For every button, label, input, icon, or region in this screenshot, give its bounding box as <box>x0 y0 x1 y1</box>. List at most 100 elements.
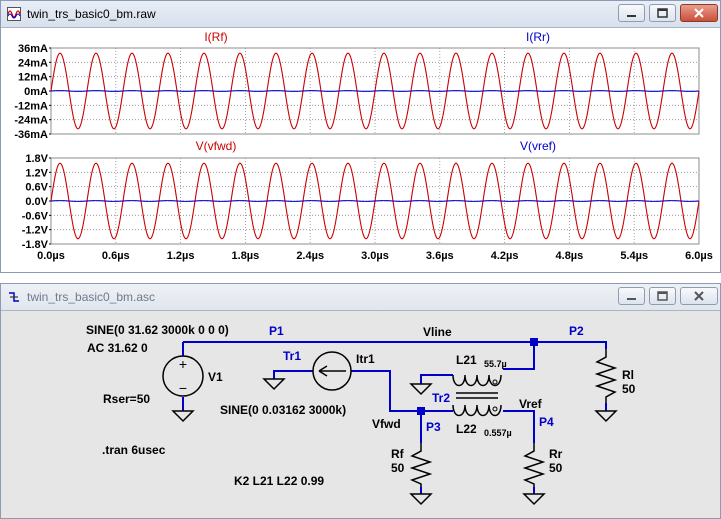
inductor-l22[interactable] <box>452 397 502 417</box>
l22-value-label[interactable]: 0.557µ <box>484 428 512 438</box>
schematic-canvas[interactable]: + − SINE(0 31.62 3000k 0 0 0) AC 31.62 0… <box>1 311 720 518</box>
waveform-window-title: twin_trs_basic0_bm.raw <box>27 7 156 21</box>
wire-tr1-ground[interactable] <box>273 370 313 379</box>
resistor-rr[interactable] <box>522 443 546 487</box>
current-source-itr1[interactable] <box>312 351 352 391</box>
x-tick-label: 6.0µs <box>685 250 713 262</box>
trace-label-i-rf[interactable]: I(Rf) <box>204 30 227 44</box>
maximize-icon <box>657 291 668 301</box>
minimize-icon <box>627 298 636 300</box>
resistor-rf[interactable] <box>409 443 433 487</box>
schematic-window-title: twin_trs_basic0_bm.asc <box>27 290 156 304</box>
itr1-name-label[interactable]: Itr1 <box>356 352 375 366</box>
y-tick-label: -12mA <box>14 100 48 112</box>
ground-icon[interactable] <box>262 378 286 391</box>
v1-rser-label[interactable]: Rser=50 <box>103 392 150 406</box>
minimize-button[interactable] <box>618 4 645 22</box>
trace-label-i-rr[interactable]: I(Rr) <box>526 30 550 44</box>
y-tick-label: 36mA <box>18 43 48 55</box>
junction-vfwd[interactable] <box>417 407 425 415</box>
p1-net-label[interactable]: P1 <box>269 324 284 338</box>
p4-net-label[interactable]: P4 <box>539 415 554 429</box>
y-tick-label: 0mA <box>24 86 48 98</box>
ground-icon[interactable] <box>171 410 195 423</box>
voltage-pane-y-ticks: 1.8V1.2V0.6V0.0V-0.6V-1.2V-1.8V <box>22 153 51 251</box>
trace-label-v-vfwd[interactable]: V(vfwd) <box>196 139 237 153</box>
p2-net-label[interactable]: P2 <box>569 324 584 338</box>
wire-l22-vref[interactable] <box>503 410 535 443</box>
minimize-icon <box>627 15 636 17</box>
rr-name-label[interactable]: Rr <box>549 447 563 461</box>
vline-net-label[interactable]: Vline <box>423 325 452 339</box>
y-tick-label: -1.2V <box>22 225 49 237</box>
schematic-window: twin_trs_basic0_bm.asc + − SINE(0 31.62 … <box>0 283 721 519</box>
minus-icon: − <box>179 380 187 396</box>
schematic-drawing[interactable]: + − SINE(0 31.62 3000k 0 0 0) AC 31.62 0… <box>1 311 720 518</box>
y-tick-label: 24mA <box>18 57 48 69</box>
rf-name-label[interactable]: Rf <box>391 447 405 461</box>
close-button[interactable] <box>680 4 718 22</box>
arrow-icon <box>318 365 346 377</box>
close-icon <box>694 8 704 18</box>
x-tick-label: 1.8µs <box>232 250 260 262</box>
trace-label-v-vref[interactable]: V(vref) <box>520 139 556 153</box>
l21-value-label[interactable]: 55.7µ <box>484 359 507 369</box>
v1-ac-label[interactable]: AC 31.62 0 <box>87 341 148 355</box>
rr-value-label[interactable]: 50 <box>549 461 563 475</box>
itr1-spec-label[interactable]: SINE(0 0.03162 3000k) <box>220 403 346 417</box>
tran-directive[interactable]: .tran 6usec <box>102 443 166 457</box>
voltage-pane-x-ticks: 0.0µs 0.6µs 1.2µs 1.8µs 2.4µs 3.0µs 3.6µs 4.2µs… <box>37 250 713 262</box>
l21-name-label[interactable]: L21 <box>456 353 477 367</box>
ground-icon[interactable] <box>522 493 546 506</box>
junction-p2[interactable] <box>530 338 538 346</box>
x-tick-label: 3.0µs <box>361 250 389 262</box>
l22-name-label[interactable]: L22 <box>456 422 477 436</box>
close-button[interactable] <box>680 287 718 305</box>
y-tick-label: -0.6V <box>22 210 49 222</box>
schematic-titlebar[interactable]: twin_trs_basic0_bm.asc <box>1 284 720 311</box>
y-tick-label: 0.0V <box>25 196 48 208</box>
y-tick-label: 1.8V <box>25 153 48 165</box>
maximize-button[interactable] <box>649 4 676 22</box>
y-tick-label: -36mA <box>14 129 48 141</box>
y-tick-label: 1.2V <box>25 167 48 179</box>
wire-p2-tr2[interactable] <box>503 342 535 370</box>
wire-tr2-ground[interactable] <box>420 374 453 384</box>
waveform-plot-area[interactable]: 36mA 24mA 12mA 0mA -12mA -24mA -36mA I(Rf) I(R… <box>1 28 720 272</box>
waveform-window: twin_trs_basic0_bm.raw 36mA 24mA 12mA 0mA -1… <box>0 0 721 273</box>
vfwd-net-label[interactable]: Vfwd <box>372 417 401 431</box>
polarity-dot-icon <box>492 379 498 385</box>
current-pane-y-ticks: 36mA 24mA 12mA 0mA -12mA -24mA -36mA <box>14 43 51 141</box>
y-tick-label: 12mA <box>18 72 48 84</box>
v1-name-label[interactable]: V1 <box>208 370 223 384</box>
rf-value-label[interactable]: 50 <box>391 461 405 475</box>
waveform-plot[interactable]: 36mA 24mA 12mA 0mA -12mA -24mA -36mA I(Rf) I(R… <box>1 28 720 272</box>
y-tick-label: -24mA <box>14 115 48 127</box>
tr2-net-label[interactable]: Tr2 <box>432 391 450 405</box>
k-directive[interactable]: K2 L21 L22 0.99 <box>234 474 324 488</box>
voltage-source-v1[interactable]: + − <box>162 355 204 397</box>
v1-spec-label[interactable]: SINE(0 31.62 3000k 0 0 0) <box>86 323 229 337</box>
ground-icon[interactable] <box>594 410 618 423</box>
waveform-titlebar[interactable]: twin_trs_basic0_bm.raw <box>1 1 720 28</box>
voltage-pane[interactable]: 1.8V1.2V0.6V0.0V-0.6V-1.2V-1.8V 0.0µs 0.6… <box>22 139 713 262</box>
ground-icon[interactable] <box>409 383 433 396</box>
wire-p1-vline[interactable] <box>182 341 607 356</box>
rl-value-label[interactable]: 50 <box>622 382 636 396</box>
ground-icon[interactable] <box>409 493 433 506</box>
y-tick-label: 0.6V <box>25 182 48 194</box>
x-tick-label: 3.6µs <box>426 250 454 262</box>
current-pane[interactable]: 36mA 24mA 12mA 0mA -12mA -24mA -36mA I(Rf) I(R… <box>14 30 700 141</box>
rl-name-label[interactable]: Rl <box>622 368 634 382</box>
vref-net-label[interactable]: Vref <box>519 397 543 411</box>
tr1-net-label[interactable]: Tr1 <box>283 349 301 363</box>
polarity-dot-icon <box>492 406 498 412</box>
x-tick-label: 0.0µs <box>37 250 65 262</box>
maximize-button[interactable] <box>649 287 676 305</box>
waveform-icon <box>7 7 21 21</box>
x-tick-label: 2.4µs <box>296 250 324 262</box>
minimize-button[interactable] <box>618 287 645 305</box>
p3-net-label[interactable]: P3 <box>426 420 441 434</box>
resistor-rl[interactable] <box>594 349 618 403</box>
plus-icon: + <box>179 356 187 372</box>
